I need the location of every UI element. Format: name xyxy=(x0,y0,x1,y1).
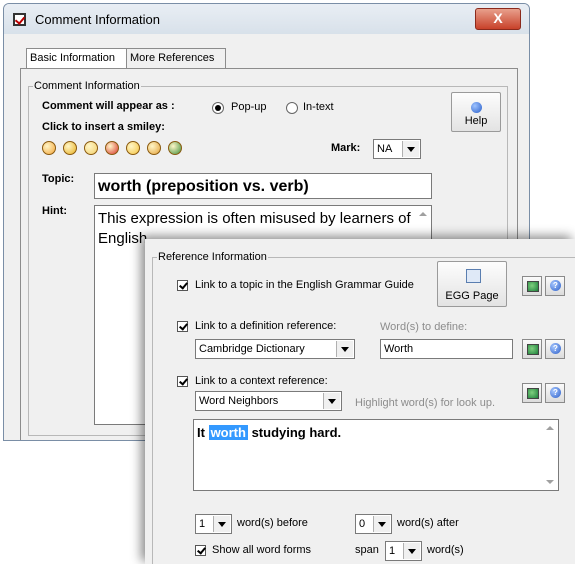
popup-radio-label[interactable]: Pop-up xyxy=(231,101,266,113)
reference-information-panel: Reference Information Link to a topic in… xyxy=(145,239,575,564)
context-label[interactable]: Link to a context reference: xyxy=(195,375,328,387)
definition-checkbox[interactable] xyxy=(177,321,188,332)
devil-smiley-icon[interactable] xyxy=(105,141,119,155)
alien-smiley-icon[interactable] xyxy=(168,141,182,155)
scroll-up-icon[interactable] xyxy=(542,420,558,436)
words-before-select[interactable]: 1 xyxy=(195,514,232,534)
intext-radio-label[interactable]: In-text xyxy=(303,101,334,113)
comment-information-legend: Comment Information xyxy=(34,80,140,92)
words-after-value: 0 xyxy=(359,518,366,530)
topic-label: Topic: xyxy=(42,173,75,185)
sad-smiley-icon[interactable] xyxy=(84,141,98,155)
mark-select[interactable]: NA xyxy=(373,139,421,159)
egg-page-label: EGG Page xyxy=(445,289,499,302)
topic-input[interactable]: worth (preposition vs. verb) xyxy=(94,173,432,199)
help-button[interactable]: Help xyxy=(451,92,501,132)
close-button[interactable]: X xyxy=(475,8,521,30)
nerd-smiley-icon[interactable] xyxy=(147,141,161,155)
tab-basic-information[interactable]: Basic Information xyxy=(26,48,128,69)
context-text-before: It xyxy=(197,425,209,440)
popup-radio[interactable] xyxy=(212,102,224,114)
context-source-value: Word Neighbors xyxy=(199,395,279,407)
scroll-up-icon[interactable] xyxy=(415,206,431,222)
words-after-select[interactable]: 0 xyxy=(355,514,392,534)
help-button-label: Help xyxy=(464,115,488,127)
grin-smiley-icon[interactable] xyxy=(42,141,56,155)
tab-more-references[interactable]: More References xyxy=(126,48,226,68)
hint-label: Hint: xyxy=(42,205,68,217)
appear-as-label: Comment will appear as : xyxy=(42,100,175,112)
chevron-down-icon[interactable] xyxy=(403,543,420,559)
scroll-down-icon[interactable] xyxy=(542,474,558,490)
laugh-smiley-icon[interactable] xyxy=(126,141,140,155)
chevron-down-icon[interactable] xyxy=(373,516,390,532)
words-to-define-label: Word(s) to define: xyxy=(380,321,468,333)
help-icon xyxy=(470,102,482,113)
words-to-define-input[interactable]: Worth xyxy=(380,339,513,359)
smiley-label: Click to insert a smiley: xyxy=(42,121,165,133)
show-word-forms-checkbox[interactable] xyxy=(195,545,206,556)
context-text: It worth studying hard. xyxy=(194,420,558,441)
highlight-hint: Highlight word(s) for look up. xyxy=(355,397,496,409)
definition-source-value: Cambridge Dictionary xyxy=(199,343,305,355)
chevron-down-icon[interactable] xyxy=(213,516,230,532)
span-suffix-label: word(s) xyxy=(427,544,464,556)
words-after-label: word(s) after xyxy=(397,517,459,529)
definition-source-select[interactable]: Cambridge Dictionary xyxy=(195,339,355,359)
context-checkbox[interactable] xyxy=(177,376,188,387)
definition-help-icon[interactable] xyxy=(545,339,565,359)
chevron-down-icon[interactable] xyxy=(323,393,340,409)
reference-information-legend: Reference Information xyxy=(158,251,267,263)
definition-label[interactable]: Link to a definition reference: xyxy=(195,320,336,332)
grammar-guide-label[interactable]: Link to a topic in the English Grammar G… xyxy=(195,279,414,291)
smiley-row xyxy=(42,141,242,155)
mark-select-value: NA xyxy=(377,143,393,155)
span-select[interactable]: 1 xyxy=(385,541,422,561)
grammar-help-icon[interactable] xyxy=(545,276,565,296)
sunglasses-smiley-icon[interactable] xyxy=(63,141,77,155)
span-label: span xyxy=(355,544,379,556)
title-bar: Comment Information X xyxy=(4,4,529,34)
chevron-down-icon[interactable] xyxy=(336,341,353,357)
definition-web-icon[interactable] xyxy=(522,339,542,359)
grammar-guide-checkbox[interactable] xyxy=(177,280,188,291)
context-textarea[interactable]: It worth studying hard. xyxy=(193,419,559,491)
window-title: Comment Information xyxy=(35,12,160,27)
egg-page-button[interactable]: EGG Page xyxy=(437,261,507,307)
mark-label: Mark: xyxy=(331,142,361,154)
context-scrollbar[interactable] xyxy=(542,420,558,490)
context-text-after: studying hard. xyxy=(247,425,342,440)
chevron-down-icon[interactable] xyxy=(402,141,419,157)
context-help-icon[interactable] xyxy=(545,383,565,403)
span-value: 1 xyxy=(389,545,396,557)
words-before-value: 1 xyxy=(199,518,206,530)
page-icon xyxy=(466,269,481,283)
context-web-icon[interactable] xyxy=(522,383,542,403)
checkbox-app-icon xyxy=(13,13,26,26)
words-before-label: word(s) before xyxy=(237,517,308,529)
grammar-web-icon[interactable] xyxy=(522,276,542,296)
context-highlighted-word[interactable]: worth xyxy=(208,425,248,440)
show-word-forms-label[interactable]: Show all word forms xyxy=(212,544,311,556)
intext-radio[interactable] xyxy=(286,102,298,114)
context-source-select[interactable]: Word Neighbors xyxy=(195,391,342,411)
